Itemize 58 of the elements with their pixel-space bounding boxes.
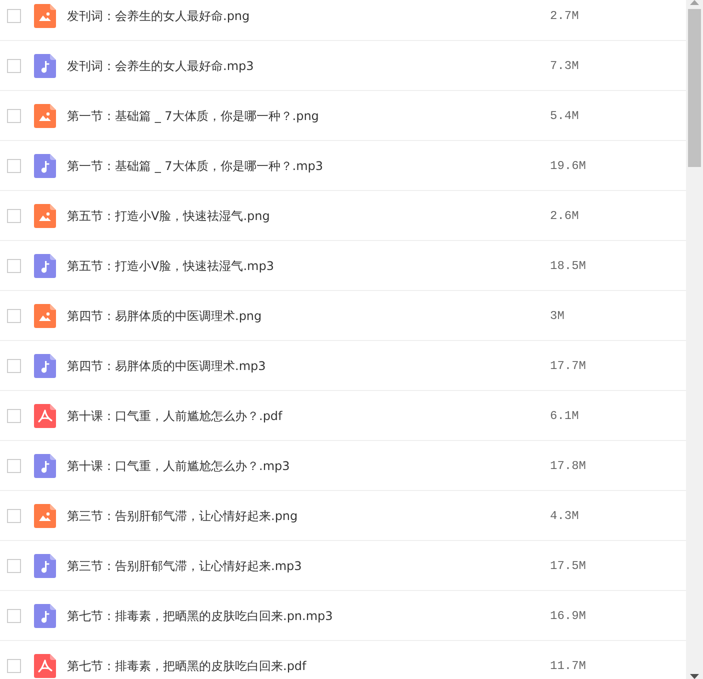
file-size: 16.9M <box>550 608 586 624</box>
file-size: 17.5M <box>550 558 586 574</box>
image-file-icon <box>34 4 56 28</box>
checkbox[interactable] <box>7 108 21 122</box>
file-name[interactable]: 第七节：排毒素，把晒黑的皮肤吃白回来.pn.mp3 <box>67 606 537 624</box>
checkbox[interactable] <box>7 458 21 472</box>
checkbox[interactable] <box>7 558 21 572</box>
file-size: 5.4M <box>550 108 579 124</box>
file-size: 17.8M <box>550 458 586 474</box>
music-note-file-icon <box>34 254 56 278</box>
file-name[interactable]: 第七节：排毒素，把晒黑的皮肤吃白回来.pdf <box>67 656 537 674</box>
file-name[interactable]: 发刊词：会养生的女人最好命.png <box>67 6 537 24</box>
checkbox[interactable] <box>7 158 21 172</box>
checkbox[interactable] <box>7 358 21 372</box>
file-name[interactable]: 第十课：口气重，人前尴尬怎么办？.mp3 <box>67 456 537 474</box>
file-name[interactable]: 第十课：口气重，人前尴尬怎么办？.pdf <box>67 406 537 424</box>
file-size: 17.7M <box>550 358 586 374</box>
checkbox[interactable] <box>7 258 21 272</box>
checkbox[interactable] <box>7 508 21 522</box>
file-size: 19.6M <box>550 158 586 174</box>
file-size: 2.6M <box>550 208 579 224</box>
pdf-file-icon <box>34 404 56 428</box>
file-name[interactable]: 发刊词：会养生的女人最好命.mp3 <box>67 56 537 74</box>
file-name[interactable]: 第一节：基础篇 _ 7大体质，你是哪一种？.mp3 <box>67 156 537 174</box>
checkbox[interactable] <box>7 208 21 222</box>
file-name[interactable]: 第一节：基础篇 _ 7大体质，你是哪一种？.png <box>67 106 537 124</box>
file-size: 7.3M <box>550 58 579 74</box>
checkbox[interactable] <box>7 58 21 72</box>
file-size: 2.7M <box>550 8 579 24</box>
scroll-down-arrow-icon[interactable] <box>690 674 699 679</box>
checkbox[interactable] <box>7 408 21 422</box>
file-size: 3M <box>550 308 564 324</box>
file-name[interactable]: 第四节：易胖体质的中医调理术.mp3 <box>67 356 537 374</box>
image-file-icon <box>34 504 56 528</box>
file-name[interactable]: 第五节：打造小V脸，快速祛湿气.mp3 <box>67 256 537 274</box>
file-size: 18.5M <box>550 258 586 274</box>
file-name[interactable]: 第三节：告别肝郁气滞，让心情好起来.png <box>67 506 537 524</box>
music-note-file-icon <box>34 454 56 478</box>
image-file-icon <box>34 304 56 328</box>
file-name[interactable]: 第四节：易胖体质的中医调理术.png <box>67 306 537 324</box>
file-name[interactable]: 第五节：打造小V脸，快速祛湿气.png <box>67 206 537 224</box>
file-size: 4.3M <box>550 508 579 524</box>
music-note-file-icon <box>34 354 56 378</box>
scrollbar-thumb[interactable] <box>688 9 701 167</box>
music-note-file-icon <box>34 54 56 78</box>
image-file-icon <box>34 204 56 228</box>
scroll-up-arrow-icon[interactable] <box>690 0 699 5</box>
music-note-file-icon <box>34 554 56 578</box>
checkbox[interactable] <box>7 658 21 672</box>
file-size: 11.7M <box>550 658 586 674</box>
music-note-file-icon <box>34 604 56 628</box>
checkbox[interactable] <box>7 8 21 22</box>
music-note-file-icon <box>34 154 56 178</box>
checkbox[interactable] <box>7 608 21 622</box>
image-file-icon <box>34 104 56 128</box>
file-name[interactable]: 第三节：告别肝郁气滞，让心情好起来.mp3 <box>67 556 537 574</box>
file-size: 6.1M <box>550 408 579 424</box>
checkbox[interactable] <box>7 308 21 322</box>
